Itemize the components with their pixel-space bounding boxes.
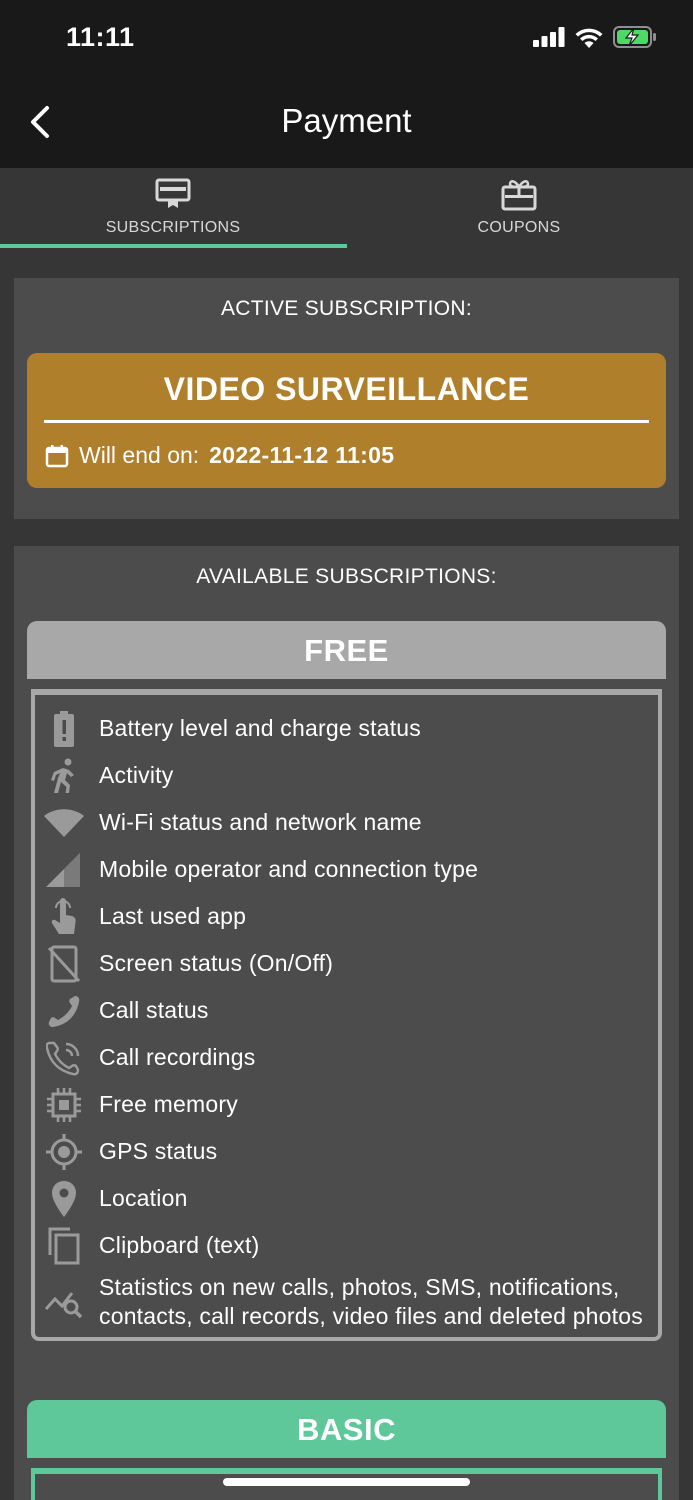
feature-item: Call recordings [35, 1034, 658, 1081]
calendar-icon [45, 444, 69, 467]
screen-off-icon [43, 943, 85, 985]
running-person-icon [43, 755, 85, 797]
tab-bar: SUBSCRIPTIONS COUPONS [0, 168, 693, 250]
plan-basic-title: BASIC [27, 1400, 666, 1458]
feature-item: Clipboard (text) [35, 1222, 658, 1269]
feature-label: Activity [99, 762, 174, 788]
tab-subscriptions[interactable]: SUBSCRIPTIONS [0, 168, 346, 250]
available-subscriptions-heading: AVAILABLE SUBSCRIPTIONS: [196, 565, 497, 588]
feature-label: Last used app [99, 903, 247, 929]
feature-label: Call recordings [99, 1044, 256, 1070]
phone-icon [43, 990, 85, 1032]
battery-charging-icon [613, 26, 656, 48]
status-bar: 11:11 [0, 0, 693, 78]
plan-card-free[interactable]: FREE Battery level and charge status Act… [27, 621, 666, 1341]
feature-label: Free memory [99, 1091, 238, 1117]
feature-label: Statistics on new calls, photos, SMS, no… [99, 1274, 643, 1329]
active-card-divider [44, 420, 649, 423]
plan-free-title: FREE [27, 621, 666, 679]
status-icons [533, 26, 657, 48]
feature-label: Screen status (On/Off) [99, 950, 334, 976]
plan-free-feature-list: Battery level and charge status Activity [31, 689, 662, 1341]
feature-item: Mobile operator and connection type [35, 846, 658, 893]
feature-label: Location [99, 1185, 188, 1211]
gps-crosshair-icon [43, 1131, 85, 1173]
monitor-icon [155, 178, 191, 208]
clipboard-copy-icon [43, 1225, 85, 1267]
feature-item: Statistics on new calls, photos, SMS, no… [35, 1269, 658, 1331]
signal-icon [43, 849, 85, 891]
active-subscription-card[interactable]: VIDEO SURVEILLANCE Will end on: 2022-11-… [27, 353, 666, 488]
feature-item: Last used app [35, 893, 658, 940]
feature-label: Battery level and charge status [99, 715, 421, 741]
active-tab-indicator [0, 244, 347, 248]
status-time: 11:11 [66, 22, 135, 52]
wifi-icon [43, 802, 85, 844]
tab-subscriptions-label: SUBSCRIPTIONS [105, 219, 241, 236]
active-subscription-heading: ACTIVE SUBSCRIPTION: [220, 297, 473, 320]
feature-label: Wi-Fi status and network name [99, 809, 422, 835]
cellular-signal-icon [533, 27, 565, 47]
feature-item: Location [35, 1175, 658, 1222]
feature-item: GPS status [35, 1128, 658, 1175]
phone-recording-icon [43, 1037, 85, 1079]
active-subscription-panel: ACTIVE SUBSCRIPTION: VIDEO SURVEILLANCE … [14, 278, 679, 519]
tab-coupons[interactable]: COUPONS [346, 168, 692, 250]
feature-item: Battery level and charge status [35, 705, 658, 752]
feature-item: Wi-Fi status and network name [35, 799, 658, 846]
feature-label: Mobile operator and connection type [99, 856, 479, 882]
end-date-value: 2022-11-12 11:05 [209, 442, 395, 468]
location-pin-icon [43, 1178, 85, 1220]
feature-label: Clipboard (text) [99, 1232, 260, 1258]
feature-label: Call status [99, 997, 209, 1023]
feature-item: Activity [35, 752, 658, 799]
feature-item: Call status [35, 987, 658, 1034]
active-plan-name: VIDEO SURVEILLANCE [163, 371, 530, 407]
battery-alert-icon [43, 708, 85, 750]
feature-label: GPS status [99, 1138, 218, 1164]
active-end-date-row: Will end on: 2022-11-12 11:05 [45, 442, 394, 469]
page-title: Payment [281, 102, 412, 139]
gift-icon [501, 180, 537, 211]
available-subscriptions-panel: AVAILABLE SUBSCRIPTIONS: FREE Battery le… [14, 546, 679, 1500]
stats-search-icon [43, 1281, 85, 1323]
home-indicator[interactable] [223, 1478, 470, 1486]
feature-item: Free memory [35, 1081, 658, 1128]
navigation-bar: Payment [0, 78, 693, 168]
tab-coupons-label: COUPONS [477, 219, 561, 236]
memory-chip-icon [43, 1084, 85, 1126]
touch-hand-icon [43, 896, 85, 938]
wifi-status-icon [575, 28, 603, 48]
feature-item: Screen status (On/Off) [35, 940, 658, 987]
end-date-label: Will end on: [79, 442, 200, 468]
